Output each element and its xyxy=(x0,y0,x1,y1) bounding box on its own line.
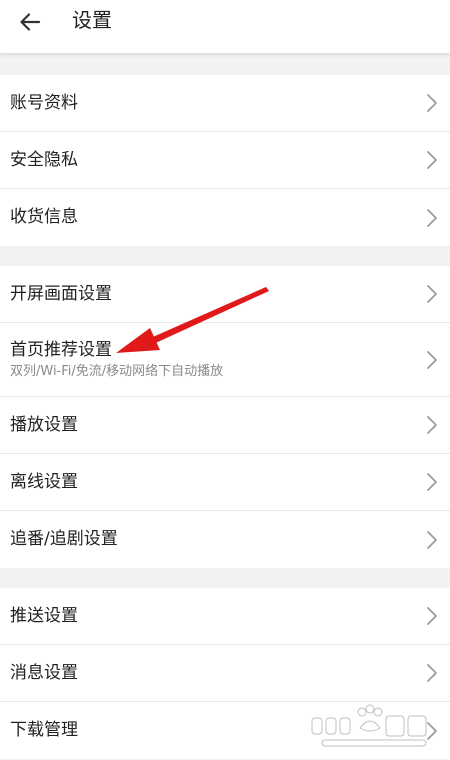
settings-item-label: 首页推荐设置 xyxy=(10,340,112,360)
settings-item-security-privacy[interactable]: 安全隐私 xyxy=(0,132,450,189)
settings-item-label: 播放设置 xyxy=(10,415,78,435)
chevron-right-icon xyxy=(427,721,437,740)
settings-item-push[interactable]: 推送设置 xyxy=(0,588,450,645)
settings-item-label: 消息设置 xyxy=(10,663,78,683)
chevron-right-icon xyxy=(427,350,437,369)
back-button[interactable] xyxy=(12,4,48,40)
settings-item-description: 双列/Wi-Fi/免流/移动网络下自动播放 xyxy=(10,364,224,379)
chevron-right-icon xyxy=(427,473,437,491)
settings-item-download-manager[interactable]: 下载管理 xyxy=(0,702,450,759)
settings-item-splash-screen[interactable]: 开屏画面设置 xyxy=(0,266,450,323)
settings-item-label: 推送设置 xyxy=(10,606,78,626)
settings-item-shipping-info[interactable]: 收货信息 xyxy=(0,189,450,246)
settings-item-home-recommend[interactable]: 首页推荐设置 双列/Wi-Fi/免流/移动网络下自动播放 xyxy=(0,323,450,397)
settings-item-label: 下载管理 xyxy=(10,720,78,740)
chevron-right-icon xyxy=(427,664,437,682)
settings-item-label: 收货信息 xyxy=(10,207,78,227)
settings-group-account: 账号资料 安全隐私 收货信息 xyxy=(0,75,450,246)
settings-item-account-profile[interactable]: 账号资料 xyxy=(0,75,450,132)
settings-item-follow-series[interactable]: 追番/追剧设置 xyxy=(0,511,450,568)
settings-item-label: 安全隐私 xyxy=(10,150,78,170)
chevron-right-icon xyxy=(427,285,437,303)
chevron-right-icon xyxy=(427,607,437,625)
page-title: 设置 xyxy=(72,8,112,32)
settings-item-offline[interactable]: 离线设置 xyxy=(0,454,450,511)
top-bar: 设置 xyxy=(0,0,450,53)
settings-item-playback[interactable]: 播放设置 xyxy=(0,397,450,454)
chevron-right-icon xyxy=(427,530,437,549)
settings-item-label: 账号资料 xyxy=(10,93,78,113)
settings-item-label: 追番/追剧设置 xyxy=(10,529,118,549)
back-arrow-icon xyxy=(20,13,41,31)
settings-item-label: 离线设置 xyxy=(10,472,78,492)
settings-group-notifications: 推送设置 消息设置 下载管理 xyxy=(0,588,450,759)
settings-group-playback: 开屏画面设置 首页推荐设置 双列/Wi-Fi/免流/移动网络下自动播放 播放设置… xyxy=(0,266,450,568)
chevron-right-icon xyxy=(427,208,437,227)
chevron-right-icon xyxy=(427,416,437,434)
settings-item-messages[interactable]: 消息设置 xyxy=(0,645,450,702)
settings-item-label: 开屏画面设置 xyxy=(10,284,112,304)
chevron-right-icon xyxy=(427,151,437,169)
chevron-right-icon xyxy=(427,94,437,112)
